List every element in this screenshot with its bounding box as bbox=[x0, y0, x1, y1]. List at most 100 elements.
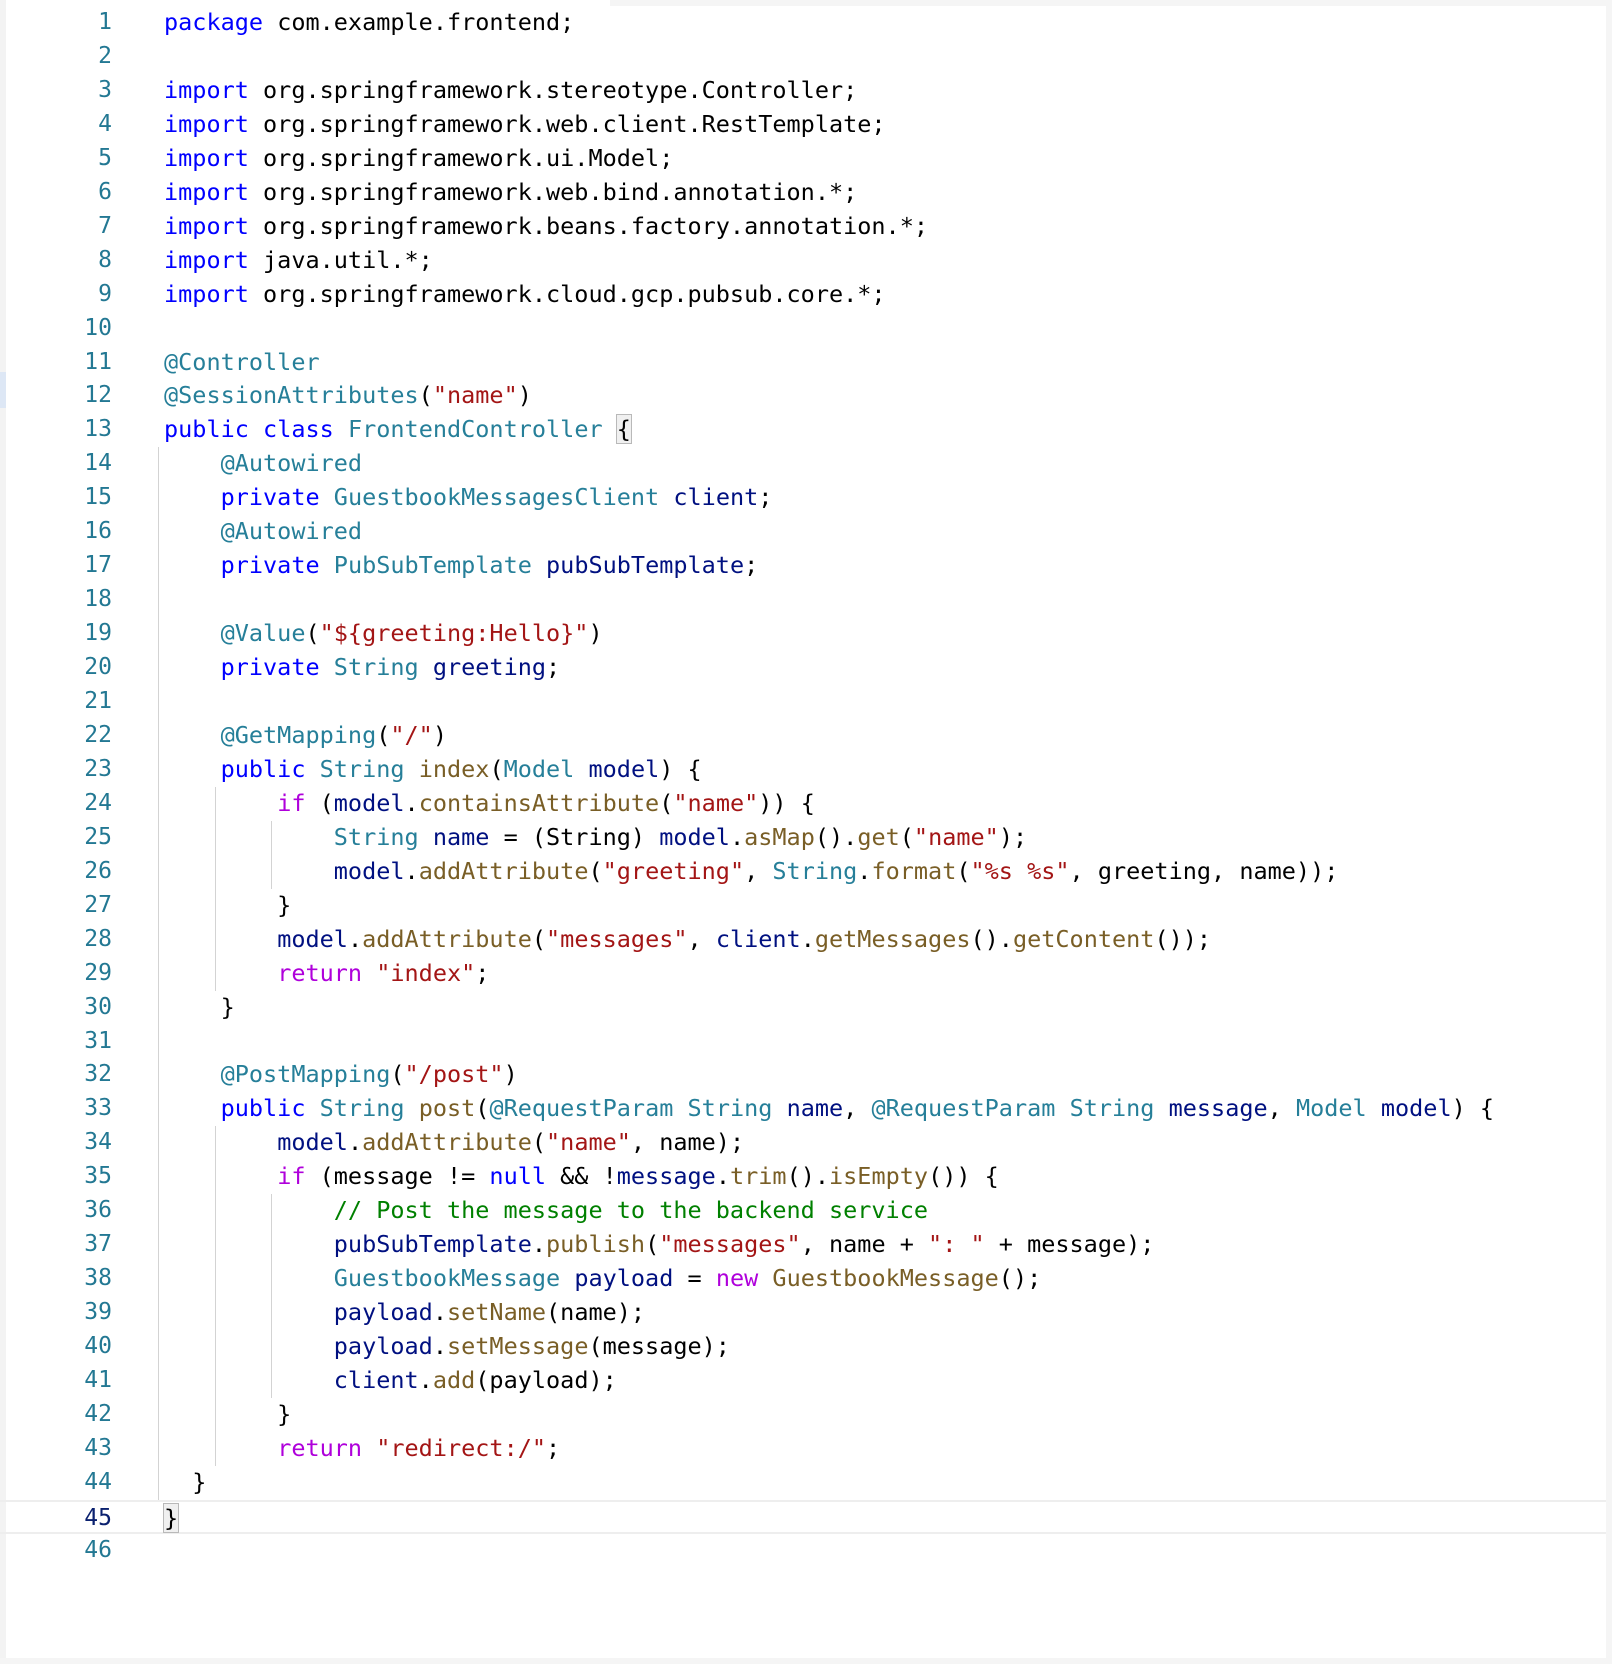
code-token: } bbox=[164, 1467, 207, 1496]
code-line-13[interactable]: 13 public class FrontendController { bbox=[0, 413, 1606, 447]
code-text[interactable]: @Autowired bbox=[164, 515, 362, 549]
code-text[interactable]: model.addAttribute("name", name); bbox=[164, 1126, 744, 1160]
code-line-18[interactable]: 18 bbox=[0, 583, 1606, 617]
code-line-32[interactable]: 32 @PostMapping("/post") bbox=[0, 1058, 1606, 1092]
code-text[interactable]: @PostMapping("/post") bbox=[164, 1058, 518, 1092]
code-line-19[interactable]: 19 @Value("${greeting:Hello}") bbox=[0, 617, 1606, 651]
code-line-23[interactable]: 23 public String index(Model model) { bbox=[0, 753, 1606, 787]
line-number: 5 bbox=[98, 144, 112, 171]
code-text[interactable]: payload.setMessage(message); bbox=[164, 1330, 730, 1364]
code-line-9[interactable]: 9 import org.springframework.cloud.gcp.pu… bbox=[0, 278, 1606, 312]
code-text[interactable]: @Autowired bbox=[164, 447, 362, 481]
code-text[interactable]: import org.springframework.cloud.gcp.pub… bbox=[164, 278, 886, 312]
code-line-26[interactable]: 26 model.addAttribute("greeting", String… bbox=[0, 855, 1606, 889]
code-token: org.springframework.ui.Model; bbox=[248, 143, 674, 172]
code-text[interactable]: private String greeting; bbox=[164, 651, 561, 685]
code-text[interactable]: String name = (String) model.asMap().get… bbox=[164, 821, 1027, 855]
code-text[interactable]: import org.springframework.ui.Model; bbox=[164, 142, 673, 176]
code-text[interactable]: import org.springframework.stereotype.Co… bbox=[164, 74, 857, 108]
code-token: isEmpty bbox=[829, 1162, 929, 1191]
code-line-33[interactable]: 33 public String post(@RequestParam Stri… bbox=[0, 1092, 1606, 1126]
code-line-14[interactable]: 14 @Autowired bbox=[0, 447, 1606, 481]
code-line-27[interactable]: 27 } bbox=[0, 889, 1606, 923]
code-line-21[interactable]: 21 bbox=[0, 685, 1606, 719]
code-line-7[interactable]: 7 import org.springframework.beans.factor… bbox=[0, 210, 1606, 244]
code-line-39[interactable]: 39 payload.setName(name); bbox=[0, 1296, 1606, 1330]
code-token: , greeting, name)); bbox=[1069, 856, 1339, 885]
code-text[interactable]: GuestbookMessage payload = new Guestbook… bbox=[164, 1262, 1041, 1296]
code-text[interactable]: public String index(Model model) { bbox=[164, 753, 702, 787]
code-token: public bbox=[220, 754, 306, 783]
code-text[interactable]: payload.setName(name); bbox=[164, 1296, 645, 1330]
code-text[interactable]: public String post(@RequestParam String … bbox=[164, 1092, 1494, 1126]
code-line-43[interactable]: 43 return "redirect:/"; bbox=[0, 1432, 1606, 1466]
code-line-22[interactable]: 22 @GetMapping("/") bbox=[0, 719, 1606, 753]
code-line-40[interactable]: 40 payload.setMessage(message); bbox=[0, 1330, 1606, 1364]
code-line-28[interactable]: 28 model.addAttribute("messages", client… bbox=[0, 923, 1606, 957]
code-line-10[interactable]: 10 bbox=[0, 312, 1606, 346]
code-text[interactable]: return "redirect:/"; bbox=[164, 1432, 560, 1466]
code-line-24[interactable]: 24 if (model.containsAttribute("name")) … bbox=[0, 787, 1606, 821]
code-text[interactable]: model.addAttribute("greeting", String.fo… bbox=[164, 855, 1339, 889]
code-token: model bbox=[588, 754, 660, 783]
code-text[interactable]: @SessionAttributes("name") bbox=[164, 379, 532, 413]
code-text[interactable]: import org.springframework.beans.factory… bbox=[164, 210, 928, 244]
code-line-46[interactable]: 46 bbox=[0, 1534, 1606, 1568]
code-line-16[interactable]: 16 @Autowired bbox=[0, 515, 1606, 549]
code-line-38[interactable]: 38 GuestbookMessage payload = new Guestb… bbox=[0, 1262, 1606, 1296]
code-line-34[interactable]: 34 model.addAttribute("name", name); bbox=[0, 1126, 1606, 1160]
code-line-30[interactable]: 30 } bbox=[0, 991, 1606, 1025]
code-line-1[interactable]: 1 package com.example.frontend; bbox=[0, 6, 1606, 40]
code-line-2[interactable]: 2 bbox=[0, 40, 1606, 74]
code-line-31[interactable]: 31 bbox=[0, 1025, 1606, 1059]
code-text[interactable]: private PubSubTemplate pubSubTemplate; bbox=[164, 549, 759, 583]
code-line-17[interactable]: 17 private PubSubTemplate pubSubTemplate… bbox=[0, 549, 1606, 583]
code-text[interactable]: client.add(payload); bbox=[164, 1364, 617, 1398]
code-text[interactable]: } bbox=[164, 1398, 291, 1432]
code-text[interactable]: import java.util.*; bbox=[164, 244, 433, 278]
code-text[interactable]: pubSubTemplate.publish("messages", name … bbox=[164, 1228, 1155, 1262]
code-line-44[interactable]: 44 } bbox=[0, 1466, 1606, 1500]
code-line-41[interactable]: 41 client.add(payload); bbox=[0, 1364, 1606, 1398]
vertical-scrollbar[interactable] bbox=[1606, 0, 1612, 1664]
code-line-35[interactable]: 35 if (message != null && !message.trim(… bbox=[0, 1160, 1606, 1194]
code-text[interactable]: // Post the message to the backend servi… bbox=[164, 1194, 928, 1228]
code-line-37[interactable]: 37 pubSubTemplate.publish("messages", na… bbox=[0, 1228, 1606, 1262]
code-line-36[interactable]: 36 // Post the message to the backend se… bbox=[0, 1194, 1606, 1228]
code-text[interactable]: private GuestbookMessagesClient client; bbox=[164, 481, 773, 515]
code-line-6[interactable]: 6 import org.springframework.web.bind.ann… bbox=[0, 176, 1606, 210]
code-text[interactable]: @Value("${greeting:Hello}") bbox=[164, 617, 603, 651]
code-line-29[interactable]: 29 return "index"; bbox=[0, 957, 1606, 991]
code-text[interactable]: } bbox=[162, 1502, 180, 1536]
code-text[interactable]: package com.example.frontend; bbox=[164, 6, 574, 40]
code-text[interactable]: @Controller bbox=[164, 346, 320, 380]
code-line-4[interactable]: 4 import org.springframework.web.client.R… bbox=[0, 108, 1606, 142]
code-text[interactable]: if (model.containsAttribute("name")) { bbox=[164, 787, 815, 821]
code-text[interactable]: import org.springframework.web.client.Re… bbox=[164, 108, 886, 142]
horizontal-scrollbar[interactable] bbox=[0, 1658, 1612, 1664]
code-editor[interactable]: 1 package com.example.frontend; 2 3 import o… bbox=[0, 0, 1612, 1664]
code-text[interactable]: } bbox=[164, 1466, 206, 1500]
code-text[interactable]: public class FrontendController { bbox=[164, 413, 632, 447]
code-text[interactable]: model.addAttribute("messages", client.ge… bbox=[164, 923, 1211, 957]
code-line-12[interactable]: 12 @SessionAttributes("name") bbox=[0, 379, 1606, 413]
code-line-20[interactable]: 20 private String greeting; bbox=[0, 651, 1606, 685]
code-text[interactable]: } bbox=[164, 889, 291, 923]
code-line-5[interactable]: 5 import org.springframework.ui.Model; bbox=[0, 142, 1606, 176]
code-line-25[interactable]: 25 String name = (String) model.asMap().… bbox=[0, 821, 1606, 855]
code-text[interactable]: if (message != null && !message.trim().i… bbox=[164, 1160, 999, 1194]
code-line-42[interactable]: 42 } bbox=[0, 1398, 1606, 1432]
code-line-8[interactable]: 8 import java.util.*; bbox=[0, 244, 1606, 278]
code-text[interactable]: import org.springframework.web.bind.anno… bbox=[164, 176, 857, 210]
code-line-45[interactable]: 45} bbox=[0, 1499, 1606, 1536]
code-text[interactable]: return "index"; bbox=[164, 957, 489, 991]
code-token: String bbox=[319, 754, 405, 783]
code-line-3[interactable]: 3 import org.springframework.stereotype.C… bbox=[0, 74, 1606, 108]
code-text[interactable]: } bbox=[164, 991, 235, 1025]
code-text[interactable]: @GetMapping("/") bbox=[164, 719, 447, 753]
code-line-11[interactable]: 11 @Controller bbox=[0, 346, 1606, 380]
code-line-15[interactable]: 15 private GuestbookMessagesClient clien… bbox=[0, 481, 1606, 515]
